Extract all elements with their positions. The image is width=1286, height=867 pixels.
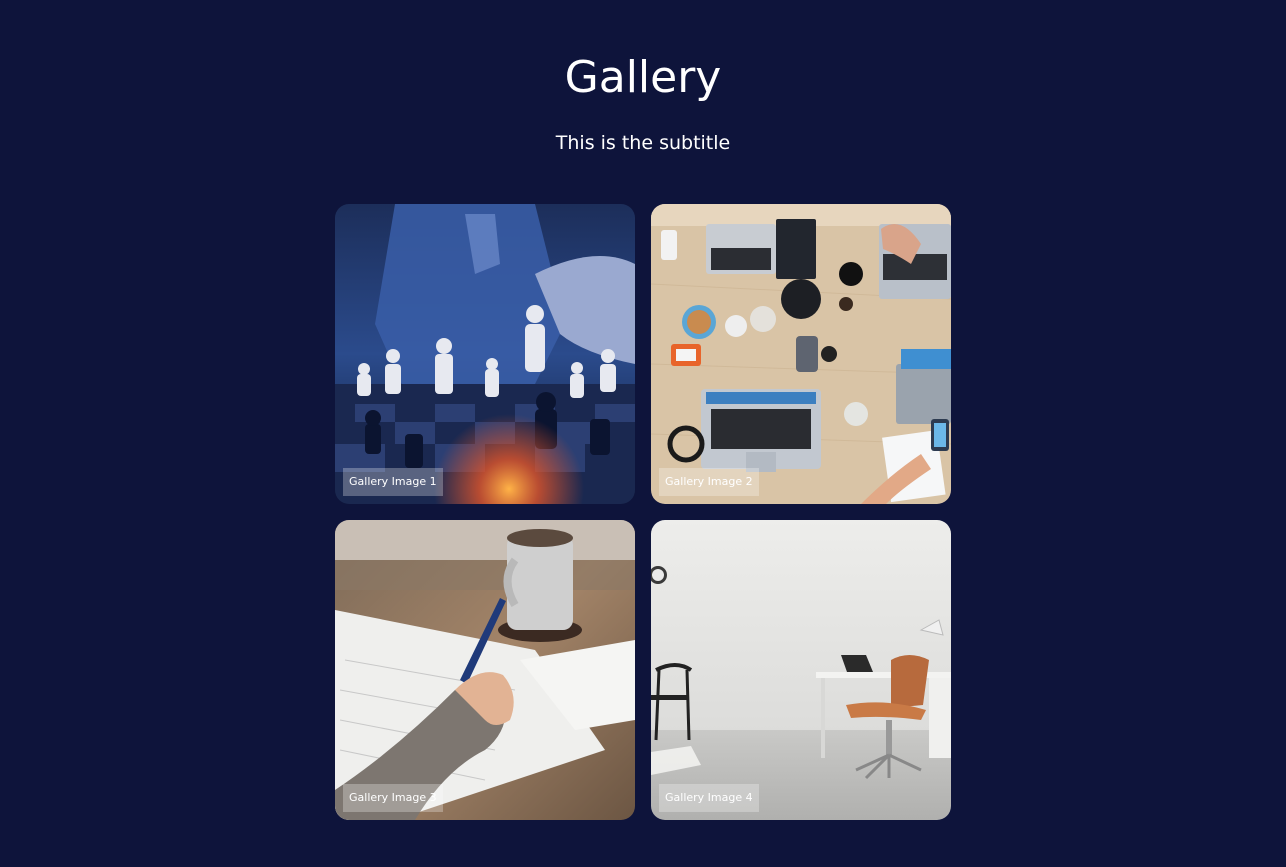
writing-notes-photo	[335, 520, 635, 820]
gallery-grid: Gallery Image 1 Gallery Image 2 Gallery …	[335, 204, 951, 820]
page-subtitle: This is the subtitle	[555, 132, 731, 154]
gallery-item[interactable]: Gallery Image 3	[335, 520, 635, 820]
gallery-item-caption: Gallery Image 3	[343, 784, 443, 812]
gallery-item[interactable]: Gallery Image 4	[651, 520, 951, 820]
gallery-item[interactable]: Gallery Image 1	[335, 204, 635, 504]
chess-game-photo	[335, 204, 635, 504]
gallery-item-caption: Gallery Image 2	[659, 468, 759, 496]
office-chair-photo	[651, 520, 951, 820]
gallery-item-caption: Gallery Image 4	[659, 784, 759, 812]
gallery-item-caption: Gallery Image 1	[343, 468, 443, 496]
page-title: Gallery	[564, 52, 722, 103]
gallery-page: Gallery This is the subtitle Gallery Ima…	[0, 0, 1286, 867]
laptops-on-desk-photo	[651, 204, 951, 504]
gallery-item[interactable]: Gallery Image 2	[651, 204, 951, 504]
